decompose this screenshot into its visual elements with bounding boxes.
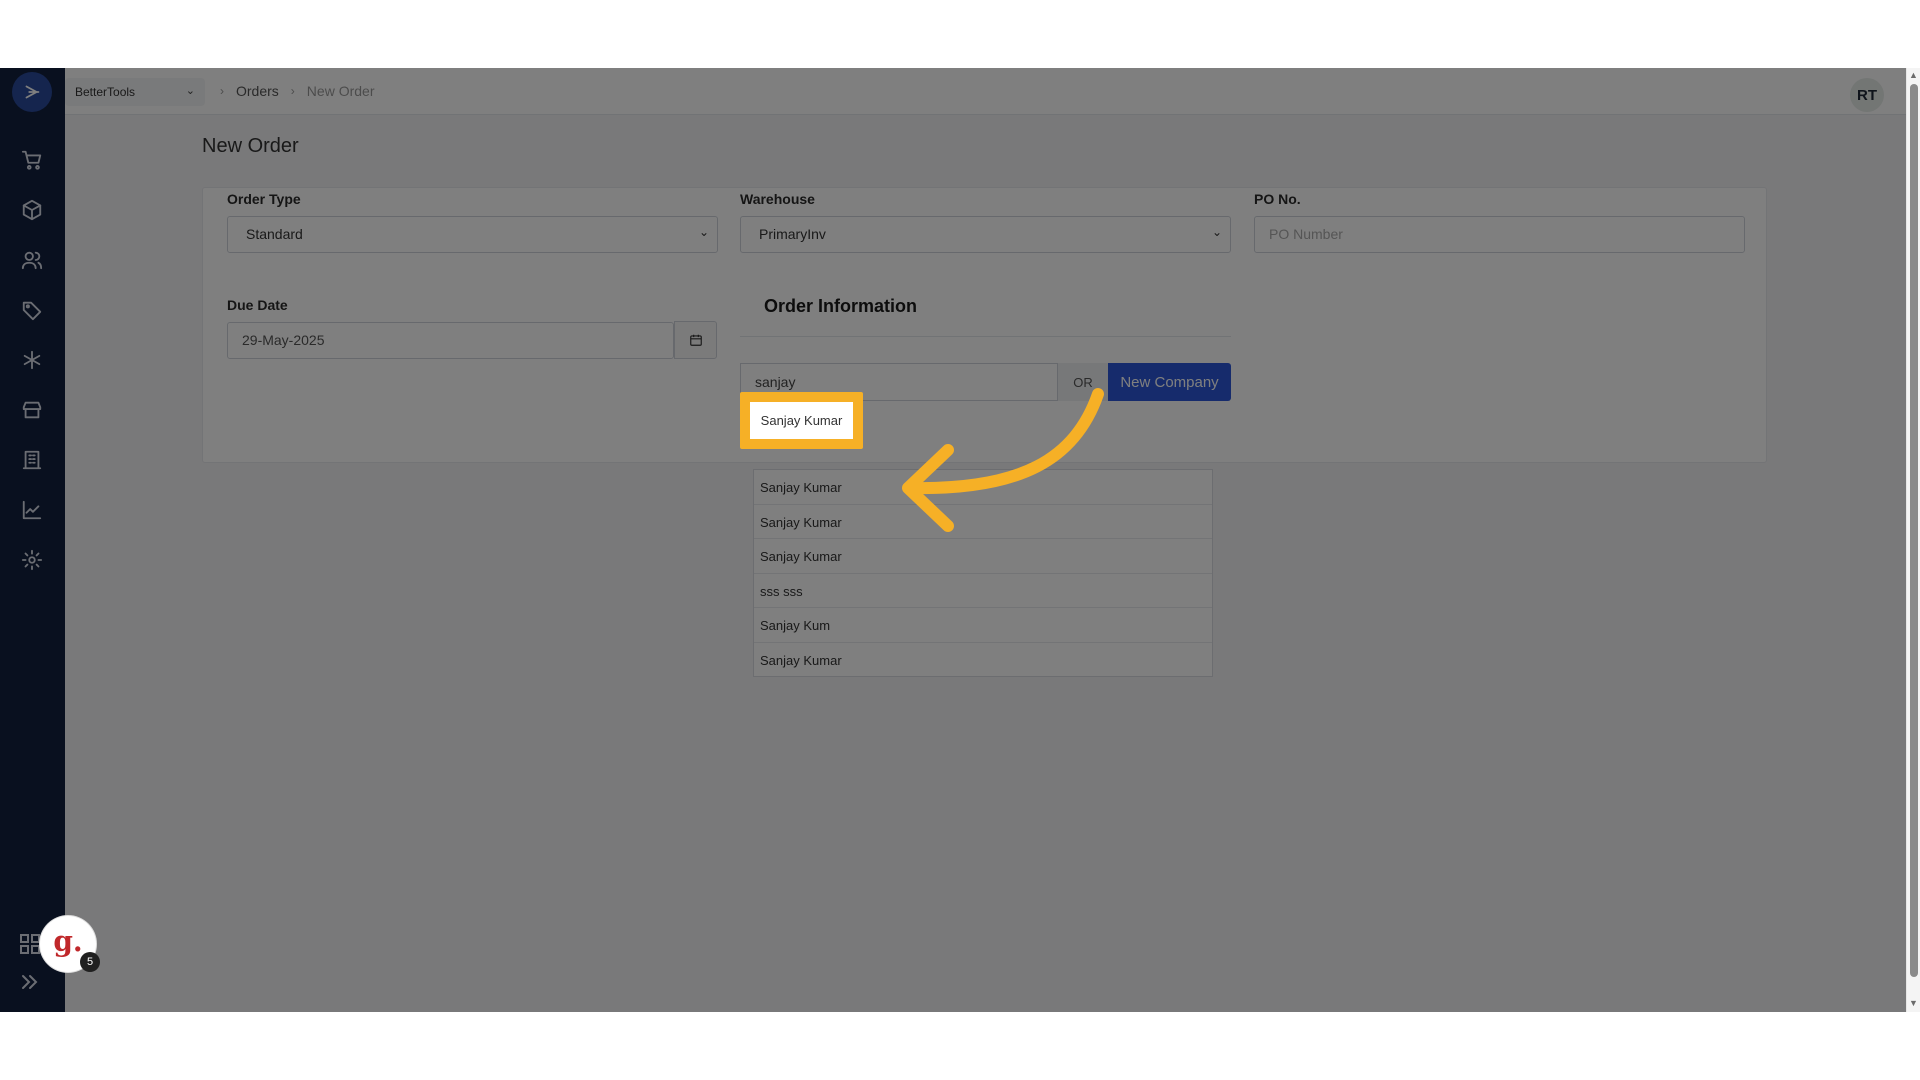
list-item[interactable]: Sanjay Kum [754, 608, 1212, 643]
order-information-title: Order Information [764, 296, 918, 316]
app-logo[interactable] [12, 72, 52, 112]
due-date-input[interactable]: 29-May-2025 [227, 322, 674, 359]
chart-line-icon[interactable] [18, 496, 46, 524]
section-divider [740, 336, 1231, 337]
tags-icon[interactable] [18, 296, 46, 324]
gear-icon[interactable] [18, 546, 46, 574]
list-item[interactable]: Sanjay Kumar [754, 539, 1212, 574]
package-icon[interactable] [18, 196, 46, 224]
highlighted-suggestion[interactable]: Sanjay Kumar [740, 392, 863, 449]
breadcrumb: › Orders › New Order [220, 83, 374, 99]
guide-logo: g. [53, 924, 83, 958]
apps-grid-icon[interactable] [18, 932, 42, 956]
list-item[interactable]: Sanjay Kumar [754, 643, 1212, 678]
asterisk-icon[interactable] [18, 346, 46, 374]
highlighted-suggestion-label: Sanjay Kumar [750, 402, 853, 439]
due-date-label: Due Date [227, 297, 288, 313]
chevron-down-icon: ⌄ [698, 225, 709, 239]
warehouse-label: Warehouse [740, 191, 815, 207]
order-type-select[interactable]: Standard ⌄ [227, 216, 718, 253]
org-selector[interactable]: BetterTools ⌄ [65, 78, 205, 106]
store-icon[interactable] [18, 396, 46, 424]
guide-count-badge: 5 [80, 952, 100, 972]
calendar-icon [689, 334, 702, 346]
cart-icon[interactable] [18, 146, 46, 174]
app-window: BetterTools ⌄ › Orders › New Order RT Ne… [0, 68, 1920, 1012]
users-icon[interactable] [18, 246, 46, 274]
building-icon[interactable] [18, 446, 46, 474]
list-item[interactable]: sss sss [754, 574, 1212, 609]
scroll-up-icon[interactable]: ▲ [1909, 70, 1918, 80]
guide-badge[interactable]: g. 5 [40, 916, 100, 972]
page-title: New Order [202, 135, 299, 157]
warehouse-value: PrimaryInv [759, 226, 826, 242]
calendar-button[interactable] [674, 321, 717, 359]
page-scrollbar[interactable]: ▲ ▼ [1906, 68, 1920, 1012]
warehouse-select[interactable]: PrimaryInv ⌄ [740, 216, 1231, 253]
order-type-value: Standard [246, 226, 303, 242]
chevron-down-icon: ⌄ [185, 85, 195, 97]
expand-sidebar-icon[interactable] [18, 972, 42, 992]
po-number-input[interactable]: PO Number [1254, 216, 1745, 253]
order-type-label: Order Type [227, 191, 301, 207]
scroll-down-icon[interactable]: ▼ [1909, 998, 1918, 1008]
scrollbar-thumb[interactable] [1910, 84, 1918, 977]
avatar[interactable]: RT [1850, 78, 1884, 112]
po-label: PO No. [1254, 191, 1301, 207]
guide-arrow-icon [902, 388, 1104, 532]
breadcrumb-new-order: New Order [306, 83, 375, 99]
breadcrumb-orders[interactable]: Orders [236, 83, 279, 99]
sidebar [0, 68, 65, 1012]
org-name: BetterTools [75, 85, 136, 99]
top-bar: BetterTools ⌄ › Orders › New Order RT [65, 68, 1906, 115]
chevron-down-icon: ⌄ [1211, 225, 1222, 239]
breadcrumb-separator-icon: › [290, 84, 295, 98]
logo-icon [25, 85, 40, 99]
breadcrumb-separator-icon: › [220, 84, 224, 98]
new-company-button[interactable]: New Company [1108, 363, 1231, 401]
